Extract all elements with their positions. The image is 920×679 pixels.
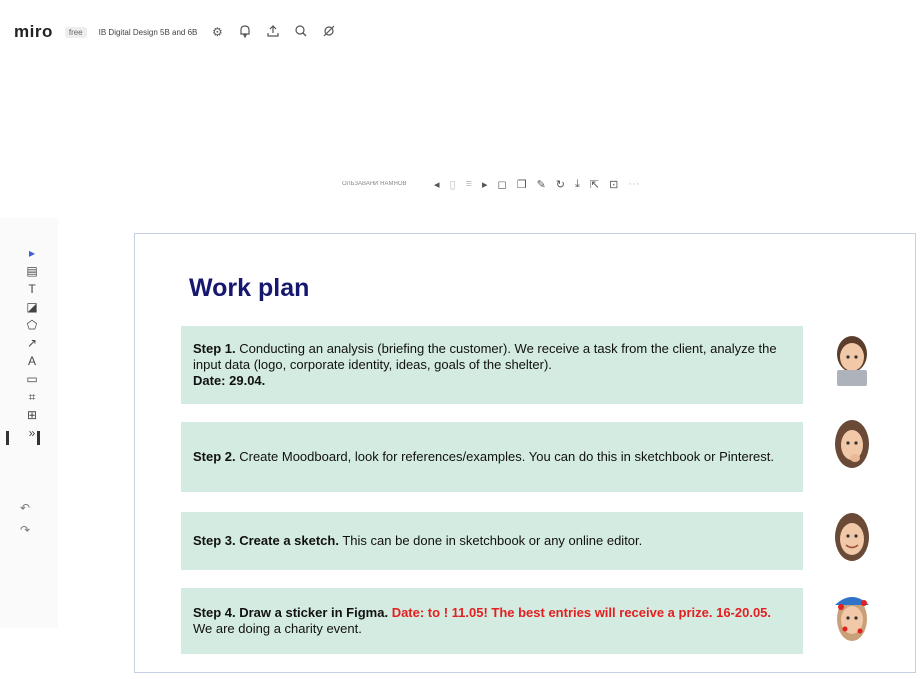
undo-icon[interactable]: ↶ — [16, 501, 34, 515]
step-description: Conducting an analysis (briefing the cus… — [193, 341, 777, 372]
step-description: Create Moodboard, look for references/ex… — [235, 449, 774, 464]
pen-tool-icon[interactable]: A — [23, 354, 41, 369]
step-text: Step 1. Conducting an analysis (briefing… — [193, 341, 791, 389]
shapes-icon[interactable]: ⬠ — [23, 318, 41, 333]
step-card[interactable]: Step 2. Create Moodboard, look for refer… — [181, 422, 803, 492]
redo-icon[interactable]: ↷ — [16, 523, 34, 537]
step-description: This can be done in sketchbook or any on… — [338, 533, 643, 548]
search-icon[interactable] — [293, 24, 309, 40]
text-size-icon[interactable]: ◂ — [434, 178, 440, 191]
lock-icon[interactable]: ⊡ — [609, 178, 618, 191]
step-date: Date: 29.04. — [193, 373, 266, 388]
collaboration-icon[interactable] — [321, 24, 337, 40]
align-icon[interactable]: ≡ — [466, 178, 472, 190]
tool-list: ▸ ▤ T ◪ ⬠ ↗ A ▭ ⌗ ⊞ » — [22, 246, 42, 441]
more-tools-icon[interactable]: » — [23, 426, 41, 441]
top-bar: miro free IB Digital Design 5B and 6B ⚙ — [14, 18, 337, 46]
frame-tool-icon[interactable]: ⌗ — [23, 390, 41, 405]
board-title[interactable]: IB Digital Design 5B and 6B — [99, 28, 198, 37]
comment-icon[interactable]: ▭ — [23, 372, 41, 387]
templates-icon[interactable]: ▤ — [23, 264, 41, 279]
rotate-icon[interactable]: ↻ — [556, 178, 565, 191]
step-card[interactable]: Step 3. Create a sketch. This can be don… — [181, 512, 803, 570]
sticky-note-icon[interactable]: ◪ — [23, 300, 41, 315]
share-upload-icon[interactable] — [265, 24, 281, 40]
work-plan-frame[interactable]: Work plan Step 1. Conducting an analysis… — [134, 233, 916, 673]
duplicate-icon[interactable]: ❐ — [517, 178, 527, 191]
avatar-smiling-icon[interactable] — [829, 510, 875, 568]
toolbar-edge-mark — [6, 431, 9, 445]
download-icon[interactable]: ⤓ — [575, 178, 580, 191]
left-toolbar: ▸ ▤ T ◪ ⬠ ↗ A ▭ ⌗ ⊞ » ↶ ↷ — [0, 218, 58, 628]
settings-icon[interactable]: ⚙ — [209, 24, 225, 40]
arrow-icon[interactable]: ▸ — [482, 178, 488, 191]
line-icon[interactable]: ↗ — [23, 336, 41, 351]
avatar-party-icon[interactable] — [829, 589, 875, 647]
step-label: Step 2. — [193, 449, 236, 464]
upload-icon[interactable]: ⊞ — [23, 408, 41, 423]
cursor-icon[interactable]: ▸ — [23, 246, 41, 261]
step-label: Step 4. Draw a sticker in Figma. — [193, 605, 389, 620]
step-text: Step 2. Create Moodboard, look for refer… — [193, 449, 774, 465]
frame-toolbar: ОЛЬЗАВАНИ НАМЯОВ ◂ ▯ ≡ ▸ ◻ ❐ ✎ ↻ ⤓ ⇱ ⊡ ·… — [342, 170, 720, 198]
more-icon[interactable]: ··· — [628, 178, 639, 190]
step-card[interactable]: Step 1. Conducting an analysis (briefing… — [181, 326, 803, 404]
step-label: Step 1. — [193, 341, 236, 356]
avatar-laptop-icon[interactable] — [829, 330, 875, 388]
step-text: Step 3. Create a sketch. This can be don… — [193, 533, 642, 549]
pen-icon[interactable]: ✎ — [537, 178, 546, 191]
text-format-icon[interactable]: ▯ — [450, 178, 456, 191]
step-description: We are doing a charity event. — [193, 621, 362, 636]
avatar-thinking-icon[interactable] — [829, 418, 875, 476]
frame-name-label[interactable]: ОЛЬЗАВАНИ НАМЯОВ — [342, 181, 424, 187]
frame-icon[interactable]: ◻ — [498, 178, 507, 191]
step-card[interactable]: Step 4. Draw a sticker in Figma. Date: t… — [181, 588, 803, 654]
plan-badge[interactable]: free — [64, 26, 87, 38]
step-text: Step 4. Draw a sticker in Figma. Date: t… — [193, 605, 791, 637]
step-label: Step 3. Create a sketch. — [193, 533, 339, 548]
undo-redo: ↶ ↷ — [16, 501, 34, 537]
step-highlight: Date: to ! 11.05! The best entries will … — [388, 605, 772, 620]
text-icon[interactable]: T — [23, 282, 41, 297]
bell-icon[interactable] — [237, 24, 253, 40]
frame-title[interactable]: Work plan — [189, 274, 309, 303]
export-icon[interactable]: ⇱ — [590, 178, 599, 191]
miro-logo[interactable]: miro — [14, 22, 53, 42]
